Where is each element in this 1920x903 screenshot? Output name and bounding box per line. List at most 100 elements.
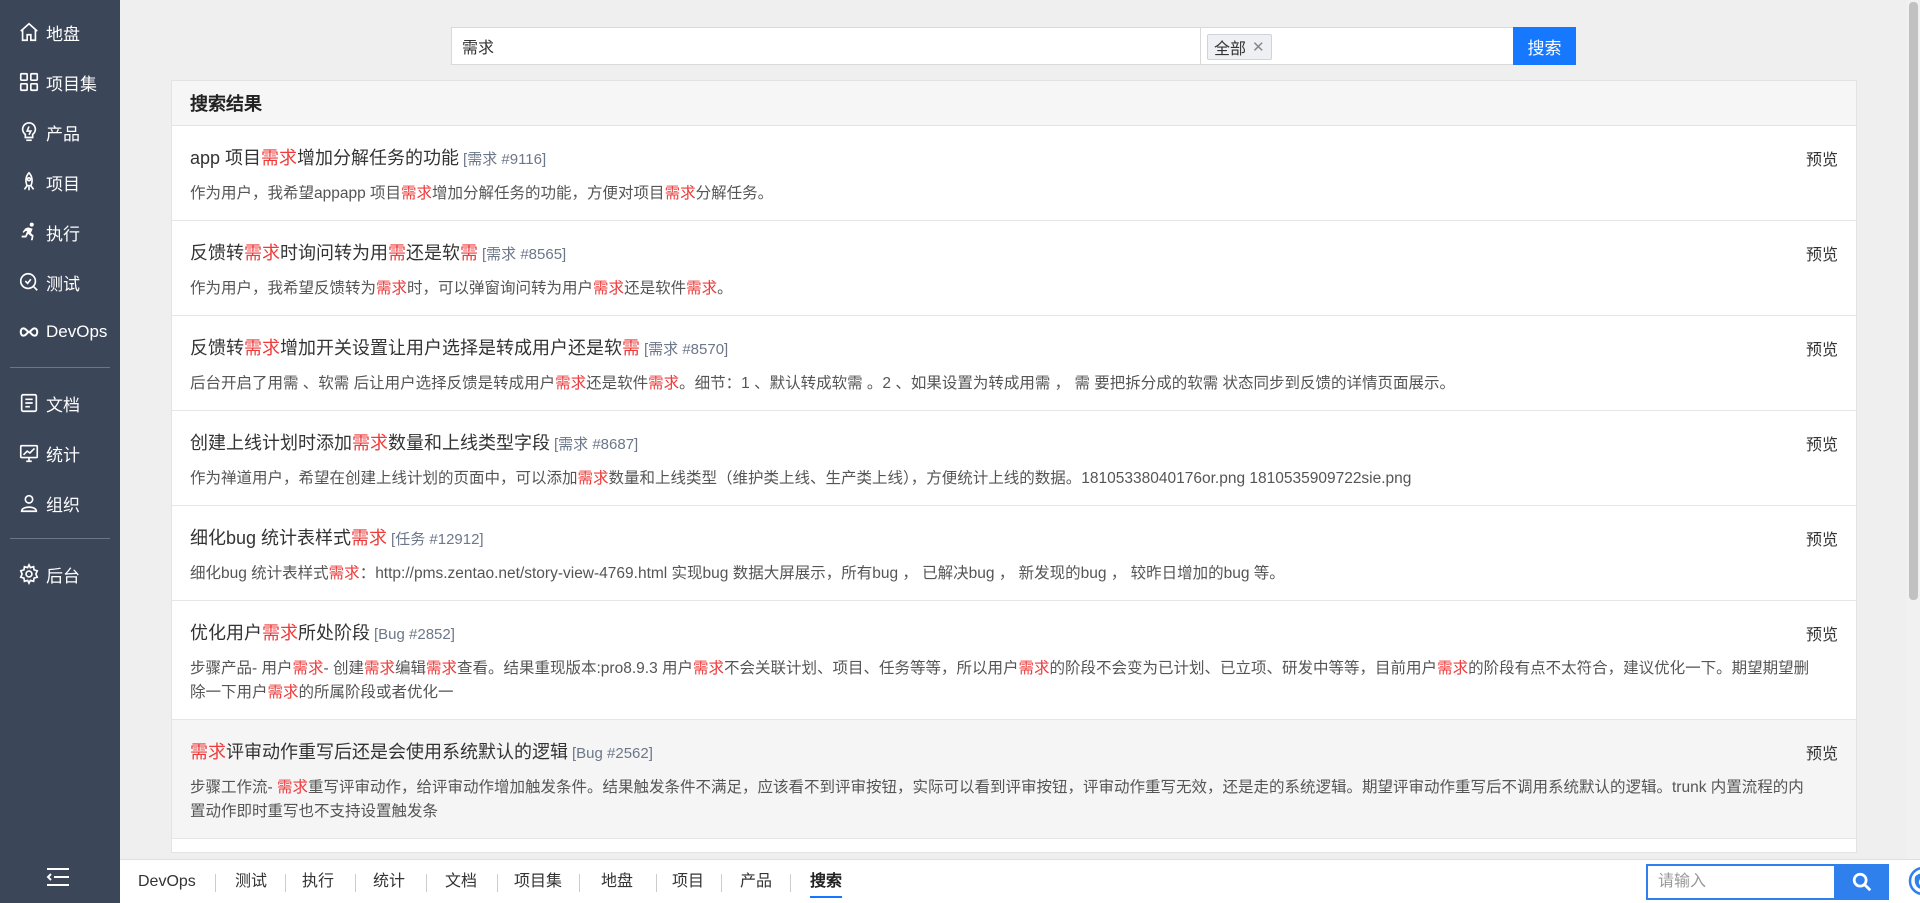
sidebar-item-doc[interactable]: 文档 xyxy=(0,385,120,421)
keyword-highlight: 需求 xyxy=(664,185,696,202)
sidebar-item-label: 地盘 xyxy=(46,24,80,44)
search-type-tag: 全部 ✕ xyxy=(1207,34,1272,60)
bottom-tab[interactable]: DevOps xyxy=(138,870,196,894)
result-title-link[interactable]: 需求评审动作重写后还是会使用系统默认的逻辑 [Bug #2562] xyxy=(190,740,1838,766)
keyword-highlight: 需 xyxy=(622,338,640,358)
search-input[interactable] xyxy=(451,27,1201,65)
description-text: 的所属阶段或者优化一 xyxy=(298,684,454,701)
preview-button[interactable]: 预览 xyxy=(1806,336,1838,360)
keyword-highlight: 需求 xyxy=(261,148,298,168)
description-text: 还是软件 xyxy=(624,280,687,297)
bottom-tab[interactable]: 统计 xyxy=(373,870,405,894)
description-text: - 创建 xyxy=(323,660,364,677)
grid-icon xyxy=(19,72,39,92)
sidebar-item-project[interactable]: 项目 xyxy=(0,164,120,200)
description-text: 重写评审动作，给评审动作增加触发条件。结果触发条件不满足，应该看不到评审按钮，实… xyxy=(190,779,1804,820)
description-text: 增加分解任务的功能，方便对项目 xyxy=(432,185,665,202)
result-item: 细化bug 统计表样式需求 [任务 #12912] 细化bug 统计表样式 需求 ：ht… xyxy=(172,506,1856,601)
description-text: 查看。结果重现版本:pro8.9.3 用户 xyxy=(457,660,693,677)
sidebar-item-product[interactable]: 产品 xyxy=(0,114,120,150)
result-title-link[interactable]: 创建上线计划时添加需求数量和上线类型字段 [需求 #8687] xyxy=(190,431,1838,457)
quick-search-input[interactable] xyxy=(1646,864,1836,900)
result-item: 反馈转需求增加开关设置让用户选择是转成用户还是软需 [需求 #8570] 后台开启了… xyxy=(172,316,1856,411)
keyword-highlight: 需求 xyxy=(577,470,609,487)
menu-collapse-icon[interactable] xyxy=(44,866,72,888)
close-icon[interactable]: ✕ xyxy=(1252,38,1265,56)
tab-separator xyxy=(656,874,657,892)
keyword-highlight: 需 xyxy=(388,243,406,263)
preview-button[interactable]: 预览 xyxy=(1806,621,1838,645)
bottom-tab[interactable]: 项目集 xyxy=(514,870,562,894)
bottom-tab[interactable]: 测试 xyxy=(235,870,267,894)
title-text: 增加分解任务的功能 xyxy=(297,148,460,168)
sidebar-item-home[interactable]: 地盘 xyxy=(0,14,120,50)
search-icon xyxy=(1852,872,1872,892)
preview-button[interactable]: 预览 xyxy=(1806,431,1838,455)
bottom-tab[interactable]: 项目 xyxy=(672,870,704,894)
user-icon xyxy=(20,494,38,513)
bottom-tab[interactable]: 地盘 xyxy=(601,870,633,894)
preview-button[interactable]: 预览 xyxy=(1806,526,1838,550)
bottom-tab[interactable]: 执行 xyxy=(302,870,334,894)
keyword-highlight: 需求 xyxy=(1437,660,1469,677)
bulb-icon xyxy=(21,122,37,142)
title-text: 所处阶段 xyxy=(298,623,370,643)
title-text: 增加开关设置让用户选择是转成用户还是软 xyxy=(280,338,622,358)
scrollbar-thumb[interactable] xyxy=(1909,2,1918,600)
quick-search-button[interactable] xyxy=(1835,864,1889,900)
sidebar-item-org[interactable]: 组织 xyxy=(0,485,120,521)
search-button[interactable]: 搜索 xyxy=(1513,27,1576,65)
search-type-select[interactable]: 全部 ✕ xyxy=(1200,27,1514,65)
title-text: 还是软 xyxy=(406,243,460,263)
description-text: 编辑 xyxy=(394,660,426,677)
result-title-link[interactable]: 反馈转需求增加开关设置让用户选择是转成用户还是软需 [需求 #8570] xyxy=(190,336,1838,362)
description-text: 的阶段不会变为已计划、已立项、研发中等等，目前用户 xyxy=(1049,660,1438,677)
result-description: 作为用户，我希望反馈转为需求时，可以弹窗询问转为用户需求还是软件需求。 xyxy=(190,277,1838,301)
preview-button[interactable]: 预览 xyxy=(1806,241,1838,265)
result-description: 步骤工作流- 需求重写评审动作，给评审动作增加触发条件。结果触发条件不满足，应该… xyxy=(190,776,1838,824)
result-title-link[interactable]: app 项目需求增加分解任务的功能 [需求 #9116] xyxy=(190,146,1838,172)
description-text: 分解任务。 xyxy=(695,185,774,202)
sidebar-item-admin[interactable]: 后台 xyxy=(0,556,120,592)
keyword-highlight: 需求 xyxy=(555,375,587,392)
title-text: app 项目 xyxy=(190,148,262,168)
description-text: 作为用户，我希望反馈转为 xyxy=(190,280,377,297)
keyword-highlight: 需求 xyxy=(351,528,388,548)
tab-separator xyxy=(579,874,580,892)
bottom-tab[interactable]: 文档 xyxy=(445,870,477,894)
result-title-link[interactable]: 反馈转需求时询问转为用需还是软需 [需求 #8565] xyxy=(190,241,1838,267)
keyword-highlight: 需求 xyxy=(693,660,725,677)
zentao-logo-icon[interactable] xyxy=(1908,866,1920,896)
sidebar-item-execution[interactable]: 执行 xyxy=(0,214,120,250)
sidebar-divider xyxy=(10,538,110,539)
sidebar-item-programs[interactable]: 项目集 xyxy=(0,64,120,100)
sidebar-item-test[interactable]: 测试 xyxy=(0,264,120,300)
description-text: 步骤产品- 用户 xyxy=(190,660,293,677)
result-title-link[interactable]: 优化用户需求所处阶段 [Bug #2852] xyxy=(190,621,1838,647)
sidebar-item-label: 文档 xyxy=(46,395,80,415)
description-text: 时，可以弹窗询问转为用户 xyxy=(407,280,594,297)
description-text: 后台开启了用需 、软需 后让用户选择反馈是转成用户 xyxy=(190,375,556,392)
description-text: ：http://pms.zentao.net/story-view-4769.h… xyxy=(359,565,1285,582)
result-title-link[interactable]: 细化bug 统计表样式需求 [任务 #12912] xyxy=(190,526,1838,552)
sidebar-item-stats[interactable]: 统计 xyxy=(0,435,120,471)
sidebar-item-label: 产品 xyxy=(46,124,80,144)
gear-icon xyxy=(19,563,39,585)
result-ref: [需求 #8687] xyxy=(554,436,639,453)
result-ref: [需求 #9116] xyxy=(463,151,547,168)
result-description: 作为用户，我希望appapp 项目需求增加分解任务的功能，方便对项目需求分解任务… xyxy=(190,182,1838,206)
keyword-highlight: 需求 xyxy=(262,623,298,643)
preview-button[interactable]: 预览 xyxy=(1806,146,1838,170)
bottom-tab[interactable]: 产品 xyxy=(740,870,772,894)
description-text: 数量和上线类型（维护类上线、生产类上线），方便统计上线的数据。181053380… xyxy=(608,470,1412,487)
description-text: 细化bug 统计表样式 xyxy=(190,565,329,582)
keyword-highlight: 需求 xyxy=(244,338,280,358)
result-description: 步骤产品- 用户需求- 创建需求编辑需求查看。结果重现版本:pro8.9.3 用… xyxy=(190,657,1838,705)
sidebar-item-label: 执行 xyxy=(46,224,80,244)
bottom-tab[interactable]: 搜索 xyxy=(810,870,843,898)
preview-button[interactable]: 预览 xyxy=(1806,740,1838,764)
keyword-highlight: 需求 xyxy=(1018,660,1050,677)
description-text: 。 xyxy=(717,280,733,297)
sidebar: 地盘 项目集 产品 项目 执行 测试 DevOps 文档 统计 组织 后台 xyxy=(0,0,120,903)
sidebar-item-devops[interactable]: DevOps xyxy=(0,314,120,350)
